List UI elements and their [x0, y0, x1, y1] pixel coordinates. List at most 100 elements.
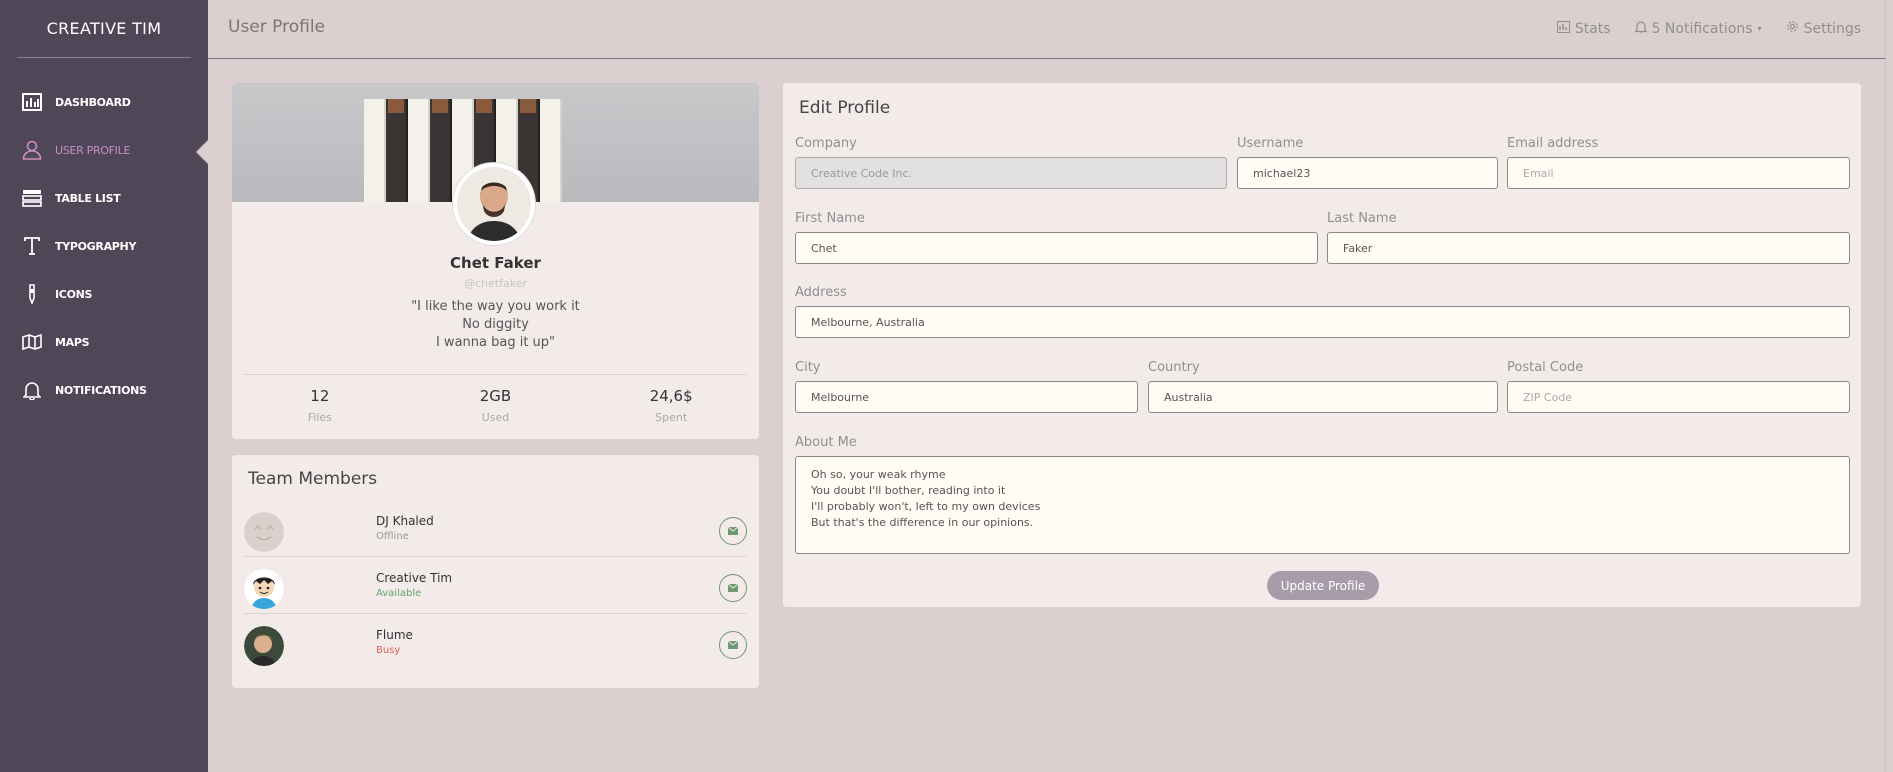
about-me-textarea[interactable]: Oh so, your weak rhyme You doubt I'll bo…	[795, 456, 1850, 554]
team-title: Team Members	[248, 469, 378, 489]
address-field[interactable]	[795, 306, 1850, 338]
scrollbar[interactable]	[1885, 0, 1893, 772]
member-status: Offline	[376, 531, 409, 542]
user-card: Chet Faker @chetfaker "I like the way yo…	[232, 83, 759, 439]
profile-stats: 12 Files 2GB Used 24,6$ Spent	[232, 387, 759, 424]
team-card: Team Members DJ Khaled Offline Creative …	[232, 455, 759, 688]
postal-code-field[interactable]	[1507, 381, 1850, 413]
stat-files: 12 Files	[232, 387, 408, 424]
company-label: Company	[795, 136, 857, 151]
map-icon	[22, 331, 42, 353]
gear-icon	[1786, 20, 1799, 37]
sidebar-item-label: NOTIFICATIONS	[55, 383, 147, 397]
quote-line: "I like the way you work it	[411, 299, 580, 314]
stat-value: 24,6$	[649, 387, 693, 405]
sidebar-item-label: MAPS	[55, 335, 90, 349]
stats-link[interactable]: Stats	[1556, 20, 1611, 37]
stat-label: Used	[481, 411, 510, 424]
city-label: City	[795, 360, 821, 375]
first-name-field[interactable]	[795, 232, 1318, 264]
quote-line: No diggity	[462, 317, 529, 332]
username-label: Username	[1237, 136, 1304, 151]
divider	[244, 374, 747, 375]
type-icon	[22, 235, 42, 257]
chart-icon	[1556, 20, 1570, 37]
sidebar-item-label: DASHBOARD	[55, 95, 131, 109]
address-label: Address	[795, 285, 847, 300]
country-field[interactable]	[1148, 381, 1498, 413]
user-icon	[22, 139, 42, 161]
bell-icon	[1633, 20, 1648, 37]
last-name-label: Last Name	[1327, 211, 1397, 226]
member-name: Flume	[376, 628, 413, 642]
table-icon	[22, 187, 42, 209]
avatar[interactable]	[453, 163, 535, 245]
about-me-label: About Me	[795, 435, 857, 450]
company-field	[795, 157, 1227, 189]
sidebar-item-table-list[interactable]: TABLE LIST	[0, 174, 208, 222]
email-label: Email address	[1507, 136, 1599, 151]
postal-code-label: Postal Code	[1507, 360, 1584, 375]
country-label: Country	[1148, 360, 1200, 375]
first-name-label: First Name	[795, 211, 865, 226]
member-status: Busy	[376, 645, 401, 656]
last-name-field[interactable]	[1327, 232, 1850, 264]
username-field[interactable]	[1237, 157, 1498, 189]
sidebar-item-typography[interactable]: TYPOGRAPHY	[0, 222, 208, 270]
message-button[interactable]	[719, 574, 747, 602]
stats-label: Stats	[1574, 20, 1611, 37]
profile-name: Chet Faker	[450, 254, 541, 272]
member-name: Creative Tim	[376, 571, 453, 585]
sidebar-item-notifications[interactable]: NOTIFICATIONS	[0, 366, 208, 414]
stat-label: Spent	[655, 411, 688, 424]
message-button[interactable]	[719, 517, 747, 545]
team-member: DJ Khaled Offline	[244, 500, 747, 557]
pencil-icon	[22, 283, 42, 305]
avatar	[244, 512, 284, 552]
page-title: User Profile	[228, 17, 326, 37]
sidebar-item-dashboard[interactable]: DASHBOARD	[0, 78, 208, 126]
sidebar-item-label: ICONS	[55, 287, 93, 301]
profile-quote: "I like the way you work it No diggity I…	[232, 298, 759, 352]
envelope-icon	[728, 527, 738, 535]
stat-value: 2GB	[479, 387, 512, 405]
stat-spent: 24,6$ Spent	[583, 387, 759, 424]
envelope-icon	[728, 584, 738, 592]
avatar	[244, 626, 284, 666]
message-button[interactable]	[719, 631, 747, 659]
sidebar-item-user-profile[interactable]: USER PROFILE	[0, 126, 208, 174]
notifications-dropdown[interactable]: 5 Notifications ▾	[1633, 20, 1762, 37]
settings-label: Settings	[1803, 20, 1861, 37]
settings-link[interactable]: Settings	[1786, 20, 1861, 37]
quote-line: I wanna bag it up"	[435, 335, 556, 350]
caret-down-icon: ▾	[1757, 24, 1762, 33]
top-navbar: User Profile Stats 5 Notifications ▾ Set…	[208, 0, 1885, 59]
stat-used: 2GB Used	[408, 387, 584, 424]
email-field[interactable]	[1507, 157, 1850, 189]
sidebar-item-maps[interactable]: MAPS	[0, 318, 208, 366]
sidebar-item-label: USER PROFILE	[55, 143, 131, 157]
stat-label: Files	[307, 411, 332, 424]
top-actions: Stats 5 Notifications ▾ Settings	[1556, 20, 1861, 37]
envelope-icon	[728, 641, 738, 649]
brand-logo[interactable]: CREATIVE TIM	[17, 0, 191, 58]
sidebar: CREATIVE TIM DASHBOARD USER PROFILE TABL…	[0, 0, 208, 772]
team-member: Creative Tim Available	[244, 557, 747, 614]
profile-handle: @chetfaker	[464, 277, 527, 290]
sidebar-item-label: TABLE LIST	[55, 191, 121, 205]
edit-profile-title: Edit Profile	[799, 98, 891, 118]
sidebar-item-label: TYPOGRAPHY	[55, 239, 137, 253]
avatar	[244, 569, 284, 609]
bell-icon	[22, 379, 42, 401]
update-profile-button[interactable]: Update Profile	[1267, 571, 1379, 600]
team-member: Flume Busy	[244, 614, 747, 671]
member-name: DJ Khaled	[376, 514, 434, 528]
member-status: Available	[376, 588, 422, 599]
sidebar-item-icons[interactable]: ICONS	[0, 270, 208, 318]
edit-profile-card: Edit Profile Company Username Email addr…	[783, 83, 1861, 607]
stat-value: 12	[310, 387, 330, 405]
notifications-label: 5 Notifications	[1651, 20, 1753, 37]
chart-icon	[22, 91, 42, 113]
city-field[interactable]	[795, 381, 1138, 413]
sidebar-nav: DASHBOARD USER PROFILE TABLE LIST TYPOGR…	[0, 78, 208, 414]
